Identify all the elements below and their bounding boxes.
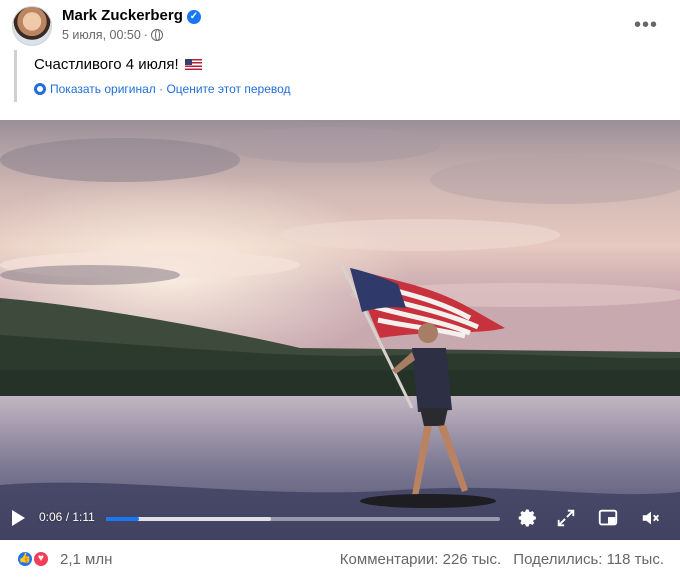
video-progress-bar[interactable] xyxy=(106,517,500,521)
video-frame xyxy=(0,120,680,540)
more-icon[interactable]: ••• xyxy=(634,14,658,37)
post-stats: 👍 ♥ 2,1 млн Комментарии: 226 тыс. Подели… xyxy=(16,548,664,574)
pip-icon[interactable] xyxy=(597,507,619,529)
author-name[interactable]: Mark Zuckerberg ✓ xyxy=(62,7,201,24)
expand-icon[interactable] xyxy=(555,507,577,529)
shares-count[interactable]: Поделились: 118 тыс. xyxy=(513,551,664,568)
post-text-content: Счастливого 4 июля! xyxy=(34,56,179,73)
video-player[interactable]: 0:06 / 1:11 xyxy=(0,120,680,540)
translation-links: Показать оригинал · Оцените этот перевод xyxy=(34,82,668,96)
play-icon[interactable] xyxy=(12,510,25,526)
verified-icon: ✓ xyxy=(186,10,201,24)
meta-separator: · xyxy=(143,28,148,42)
video-controls: 0:06 / 1:11 xyxy=(0,498,680,540)
us-flag-emoji-icon xyxy=(184,59,202,70)
video-time: 0:06 / 1:11 xyxy=(39,510,95,524)
translated-text-block: Счастливого 4 июля! Показать оригинал · … xyxy=(14,50,668,102)
avatar[interactable] xyxy=(12,6,52,46)
post-header: Mark Zuckerberg ✓ 5 июля, 00:50 · ••• xyxy=(12,6,668,48)
settings-icon[interactable] xyxy=(517,507,539,529)
volume-icon[interactable] xyxy=(640,507,662,529)
translation-links-separator: · xyxy=(159,82,164,96)
post-text: Счастливого 4 июля! xyxy=(34,56,668,73)
engagement-stats: Комментарии: 226 тыс. Поделились: 118 ты… xyxy=(340,551,664,568)
post-timestamp[interactable]: 5 июля, 00:50 xyxy=(62,28,141,42)
author-name-text[interactable]: Mark Zuckerberg xyxy=(62,7,183,24)
comments-count[interactable]: Комментарии: 226 тыс. xyxy=(340,551,501,568)
reactions-count[interactable]: 2,1 млн xyxy=(60,551,112,568)
translate-gear-icon[interactable] xyxy=(34,83,46,95)
show-original-link[interactable]: Показать оригинал xyxy=(50,82,156,96)
globe-icon[interactable] xyxy=(150,29,163,41)
post-meta: 5 июля, 00:50 · xyxy=(62,28,163,42)
rate-translation-link[interactable]: Оцените этот перевод xyxy=(166,82,290,96)
video-progress-fill xyxy=(106,517,140,521)
love-reaction-icon[interactable]: ♥ xyxy=(32,550,50,568)
facebook-post: Mark Zuckerberg ✓ 5 июля, 00:50 · ••• Счас… xyxy=(0,0,680,580)
